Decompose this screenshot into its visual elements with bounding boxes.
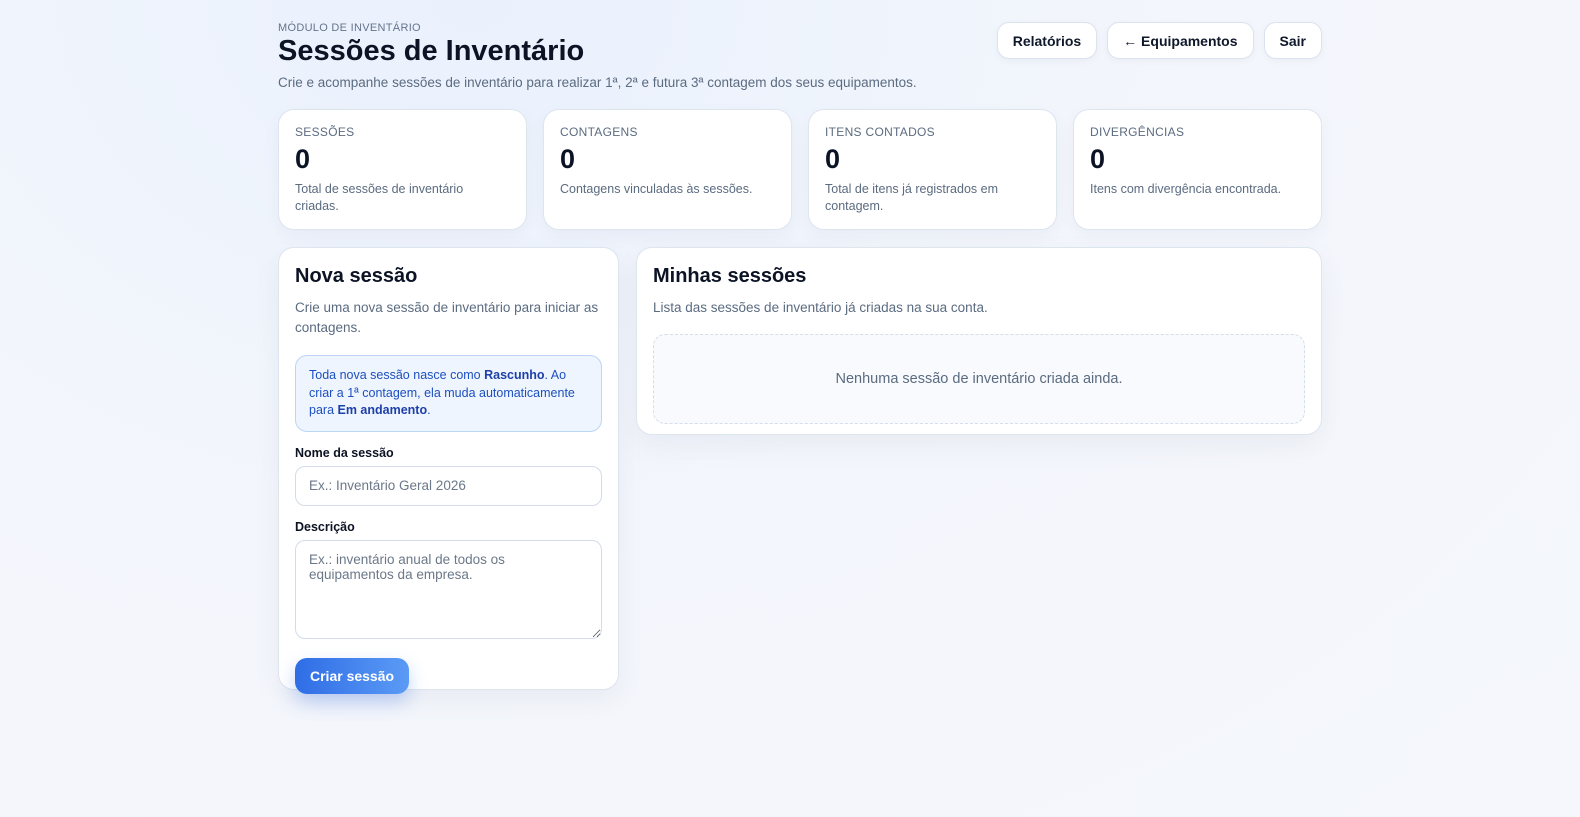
session-name-label: Nome da sessão — [295, 445, 394, 460]
info-text: . — [427, 403, 431, 418]
stat-card-sessions: SESSÕES 0 Total de sessões de inventário… — [278, 109, 527, 230]
equipment-back-button[interactable]: ← Equipamentos — [1107, 22, 1254, 59]
session-description-label: Descrição — [295, 519, 355, 534]
status-info-box: Toda nova sessão nasce como Rascunho. Ao… — [295, 355, 602, 432]
session-description-input[interactable] — [295, 539, 602, 639]
new-session-desc: Crie uma nova sessão de inventário para … — [295, 300, 599, 335]
new-session-title: Nova sessão — [295, 265, 418, 287]
header-actions: Relatórios ← Equipamentos Sair — [996, 22, 1322, 59]
stat-desc: Total de sessões de inventário criadas. — [295, 181, 464, 213]
stat-value: 0 — [295, 144, 311, 174]
my-sessions-title: Minhas sessões — [653, 265, 807, 287]
stat-label: ITENS CONTADOS — [825, 125, 935, 139]
my-sessions-panel: Minhas sessões Lista das sessões de inve… — [636, 247, 1322, 435]
empty-sessions-state: Nenhuma sessão de inventário criada aind… — [653, 333, 1305, 424]
create-session-button[interactable]: Criar sessão — [295, 657, 410, 694]
page-title: Sessões de Inventário — [278, 35, 585, 67]
stat-card-divergences: DIVERGÊNCIAS 0 Itens com divergência enc… — [1073, 109, 1322, 230]
page-container: MÓDULO DE INVENTÁRIO Sessões de Inventár… — [278, 0, 1322, 694]
session-name-input[interactable] — [295, 465, 602, 506]
logout-button[interactable]: Sair — [1263, 22, 1322, 59]
stat-value: 0 — [825, 144, 841, 174]
page-subtitle: Crie e acompanhe sessões de inventário p… — [278, 75, 917, 90]
stats-row: SESSÕES 0 Total de sessões de inventário… — [278, 109, 1322, 230]
stat-card-items-counted: ITENS CONTADOS 0 Total de itens já regis… — [808, 109, 1057, 230]
in-progress-status-label: Em andamento — [337, 403, 428, 418]
stat-label: CONTAGENS — [560, 125, 638, 139]
stat-desc: Itens com divergência encontrada. — [1090, 181, 1282, 196]
stat-label: SESSÕES — [295, 125, 355, 139]
my-sessions-desc: Lista das sessões de inventário já criad… — [653, 300, 988, 315]
stat-card-counts: CONTAGENS 0 Contagens vinculadas às sess… — [543, 109, 792, 230]
stat-desc: Total de itens já registrados em contage… — [825, 181, 999, 213]
stat-desc: Contagens vinculadas às sessões. — [560, 181, 753, 196]
empty-sessions-text: Nenhuma sessão de inventário criada aind… — [835, 370, 1123, 387]
draft-status-label: Rascunho — [484, 368, 545, 383]
page-header: MÓDULO DE INVENTÁRIO Sessões de Inventár… — [278, 0, 1322, 108]
module-eyebrow: MÓDULO DE INVENTÁRIO — [278, 22, 421, 34]
stat-label: DIVERGÊNCIAS — [1090, 125, 1185, 139]
info-text: Toda nova sessão nasce como — [309, 368, 485, 383]
stat-value: 0 — [560, 144, 576, 174]
reports-button[interactable]: Relatórios — [996, 22, 1098, 59]
new-session-panel: Nova sessão Crie uma nova sessão de inve… — [278, 247, 619, 694]
stat-value: 0 — [1090, 144, 1106, 174]
